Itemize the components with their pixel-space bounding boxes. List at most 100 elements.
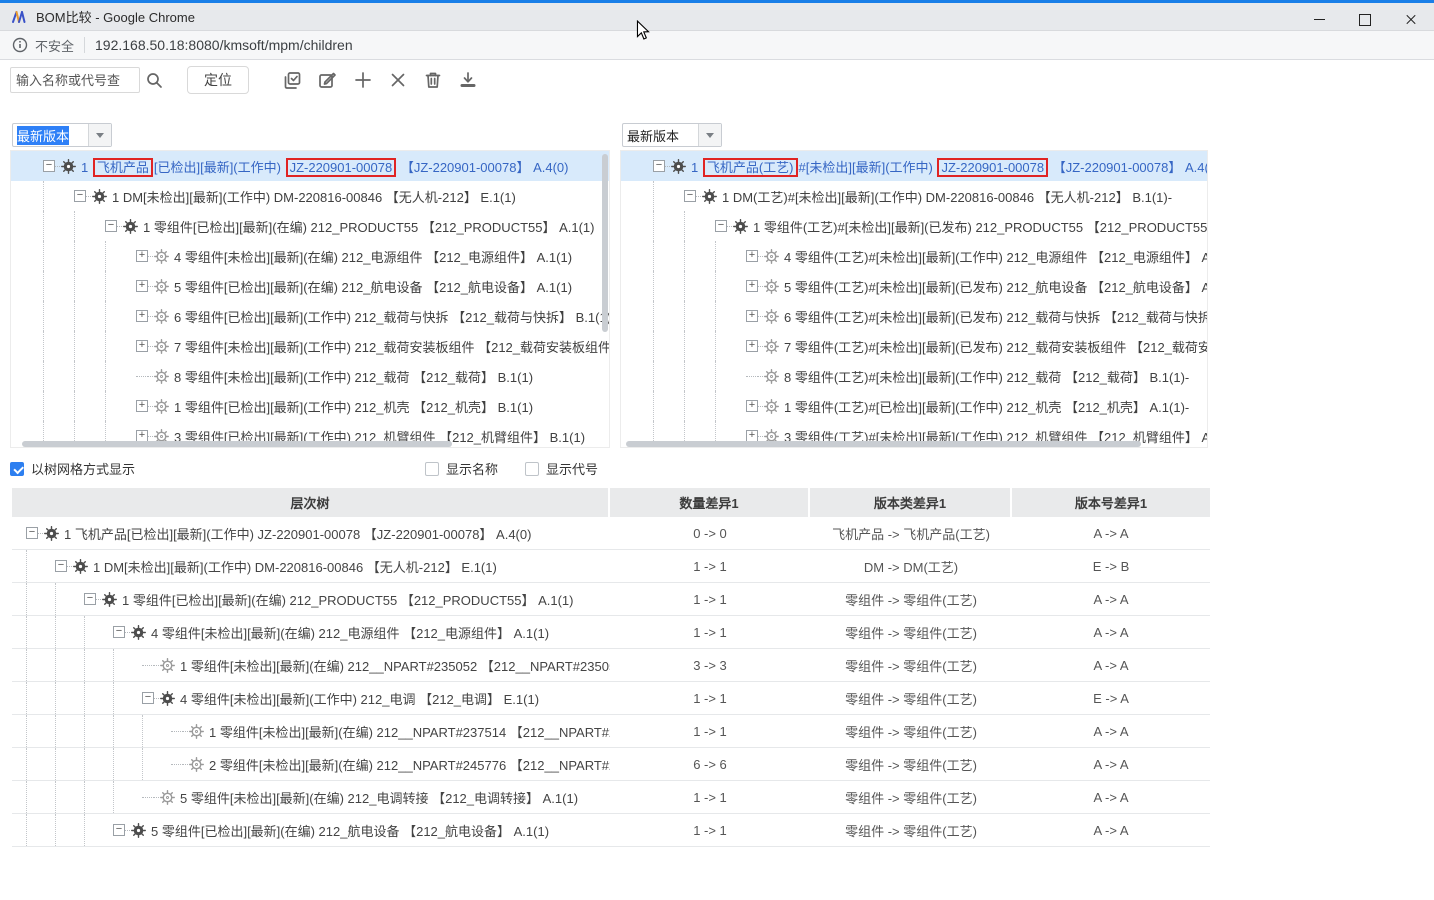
qty-diff-cell: 1 -> 1 (610, 625, 810, 640)
expand-toggle[interactable]: + (136, 250, 148, 262)
search-icon[interactable] (146, 72, 163, 89)
collapse-toggle[interactable]: − (113, 824, 125, 836)
table-row[interactable]: − 4 零组件[未检出][最新](工作中) 212_电调 【212_电调】 E.1… (12, 682, 1210, 715)
locate-button[interactable]: 定位 (187, 66, 249, 94)
tree-guide-line (684, 211, 715, 241)
tree-guide-line (113, 715, 142, 747)
table-row-label: 1 零组件[已检出][最新](在编) 212_PRODUCT55 【212_PR… (122, 590, 574, 609)
collapse-toggle[interactable]: − (84, 593, 96, 605)
maximize-icon (1359, 14, 1371, 26)
delete-icon[interactable] (423, 71, 442, 90)
left-panel-horizontal-scrollbar[interactable] (22, 441, 452, 447)
table-row[interactable]: 5 零组件[未检出][最新](在编) 212_电调转接 【212_电调转接】 A… (12, 781, 1210, 814)
tree-row[interactable]: +6 零组件[已检出][最新](工作中) 212_载荷与快拆 【212_载荷与快… (11, 301, 610, 331)
tree-row[interactable]: 8 零组件(工艺)#[未检出][最新](工作中) 212_载荷 【212_载荷】… (621, 361, 1207, 391)
window-titlebar: BOM比较 - Google Chrome (0, 0, 1434, 30)
table-row[interactable]: 1 零组件[未检出][最新](在编) 212__NPART#237514 【21… (12, 715, 1210, 748)
tree-row[interactable]: +1 零组件(工艺)#[已检出][最新](工作中) 212_机壳 【212_机壳… (621, 391, 1207, 421)
collapse-toggle[interactable]: − (55, 560, 67, 572)
tree-guide-line (84, 649, 113, 681)
right-panel-horizontal-scrollbar[interactable] (626, 441, 1141, 447)
right-version-select[interactable]: 最新版本 (622, 123, 722, 147)
minimize-button[interactable] (1296, 6, 1342, 33)
collapse-toggle[interactable]: − (113, 626, 125, 638)
info-icon[interactable] (12, 37, 28, 53)
tree-row[interactable]: −1 零组件[已检出][最新](在编) 212_PRODUCT55 【212_P… (11, 211, 609, 241)
expand-toggle[interactable]: + (746, 250, 758, 262)
tree-grid-option[interactable]: 以树网格方式显示 (10, 459, 135, 478)
header-qty-diff: 数量差异1 (610, 488, 810, 517)
table-row[interactable]: − 4 零组件[未检出][最新](在编) 212_电源组件 【212_电源组件】 … (12, 616, 1210, 649)
tree-row[interactable]: −1 DM(工艺)#[未检出][最新](工作中) DM-220816-00846… (621, 181, 1207, 211)
tree-guide-line (26, 583, 55, 615)
show-code-option[interactable]: 显示代号 (525, 459, 598, 478)
maximize-button[interactable] (1342, 6, 1388, 33)
security-label[interactable]: 不安全 (35, 36, 74, 55)
tree-row[interactable]: +5 零组件[已检出][最新](在编) 212_航电设备 【212_航电设备】 … (11, 271, 609, 301)
expand-toggle[interactable]: + (746, 280, 758, 292)
collapse-toggle[interactable]: − (74, 190, 86, 202)
collapse-toggle[interactable]: − (105, 220, 117, 232)
tree-guide-line (74, 301, 105, 331)
expand-toggle[interactable]: + (136, 310, 148, 322)
left-panel-vertical-scrollbar[interactable] (602, 154, 608, 332)
copy-check-icon[interactable] (283, 71, 302, 90)
collapse-toggle[interactable]: − (684, 190, 696, 202)
tree-guide-line (84, 781, 113, 813)
url-text[interactable]: 192.168.50.18:8080/kmsoft/mpm/children (95, 37, 353, 53)
tree-guide-line (55, 715, 84, 747)
tree-row[interactable]: +6 零组件(工艺)#[未检出][最新](已发布) 212_载荷与快拆 【212… (621, 301, 1208, 331)
tree-row[interactable]: +4 零组件(工艺)#[未检出][最新](工作中) 212_电源组件 【212_… (621, 241, 1208, 271)
table-row-label: 4 零组件[未检出][最新](在编) 212_电源组件 【212_电源组件】 A… (151, 623, 549, 642)
tree-row[interactable]: −1 飞机产品[已检出][最新](工作中) JZ-220901-00078 【J… (11, 151, 609, 181)
tree-row[interactable]: +7 零组件[未检出][最新](工作中) 212_载荷安装板组件 【212_载荷… (11, 331, 610, 361)
table-row[interactable]: −1 DM[未检出][最新](工作中) DM-220816-00846 【无人机… (12, 550, 1210, 583)
collapse-toggle[interactable]: − (26, 527, 38, 539)
tree-guide-line (684, 301, 715, 331)
table-row[interactable]: 1 零组件[未检出][最新](在编) 212__NPART#235052 【21… (12, 649, 1210, 682)
tree-row[interactable]: −1 DM[未检出][最新](工作中) DM-220816-00846 【无人机… (11, 181, 609, 211)
download-icon[interactable] (458, 71, 477, 90)
collapse-toggle[interactable]: − (43, 160, 55, 172)
tree-row-label: 6 零组件(工艺)#[未检出][最新](已发布) 212_载荷与快拆 【212_… (784, 307, 1208, 326)
show-name-checkbox[interactable] (425, 462, 439, 476)
tree-row[interactable]: +1 零组件[已检出][最新](工作中) 212_机壳 【212_机壳】 B.1… (11, 391, 609, 421)
expand-toggle[interactable]: + (746, 340, 758, 352)
tree-grid-checkbox[interactable] (10, 462, 24, 476)
tree-row[interactable]: +5 零组件(工艺)#[未检出][最新](已发布) 212_航电设备 【212_… (621, 271, 1208, 301)
close-button[interactable] (1388, 6, 1434, 33)
table-row[interactable]: − 1 零组件[已检出][最新](在编) 212_PRODUCT55 【212_P… (12, 583, 1210, 616)
expand-toggle[interactable]: + (746, 400, 758, 412)
show-name-option[interactable]: 显示名称 (425, 459, 498, 478)
expand-toggle[interactable]: + (136, 280, 148, 292)
table-row[interactable]: −1 飞机产品[已检出][最新](工作中) JZ-220901-00078 【J… (12, 517, 1210, 550)
tree-row[interactable]: +7 零组件(工艺)#[未检出][最新](已发布) 212_载荷安装板组件 【2… (621, 331, 1208, 361)
app-logo-icon (10, 10, 28, 24)
right-version-dropdown-arrow-icon[interactable] (698, 124, 721, 146)
tree-row[interactable]: +4 零组件[未检出][最新](在编) 212_电源组件 【212_电源组件】 … (11, 241, 609, 271)
table-row-label: 4 零组件[未检出][最新](工作中) 212_电调 【212_电调】 E.1(… (180, 689, 539, 708)
show-code-checkbox[interactable] (525, 462, 539, 476)
add-icon[interactable] (353, 71, 372, 90)
edit-icon[interactable] (318, 71, 337, 90)
left-version-dropdown-arrow-icon[interactable] (88, 124, 111, 146)
table-row[interactable]: 2 零组件[未检出][最新](在编) 212__NPART#245776 【21… (12, 748, 1210, 781)
tree-row[interactable]: 8 零组件[未检出][最新](工作中) 212_载荷 【212_载荷】 B.1(… (11, 361, 609, 391)
expand-toggle[interactable]: + (136, 400, 148, 412)
left-version-select[interactable]: 最新版本 (12, 123, 112, 147)
expand-toggle[interactable]: + (746, 310, 758, 322)
diff-table-body: −1 飞机产品[已检出][最新](工作中) JZ-220901-00078 【J… (12, 517, 1210, 847)
tree-guide-line (84, 748, 113, 780)
collapse-toggle[interactable]: − (715, 220, 727, 232)
collapse-toggle[interactable]: − (653, 160, 665, 172)
tree-row[interactable]: −1 飞机产品(工艺)#[未检出][最新](工作中) JZ-220901-000… (621, 151, 1208, 181)
close-mark-icon[interactable] (388, 71, 407, 90)
tree-row[interactable]: −1 零组件(工艺)#[未检出][最新](已发布) 212_PRODUCT55 … (621, 211, 1208, 241)
table-row[interactable]: −5 零组件[已检出][最新](在编) 212_航电设备 【212_航电设备】 … (12, 814, 1210, 847)
expand-toggle[interactable]: + (136, 340, 148, 352)
display-options-row: 以树网格方式显示 显示名称 显示代号 (0, 459, 1434, 481)
version-diff-cell: E -> B (1012, 559, 1210, 574)
search-input[interactable] (10, 67, 140, 93)
collapse-toggle[interactable]: − (142, 692, 154, 704)
part-gear-icon (189, 757, 204, 772)
